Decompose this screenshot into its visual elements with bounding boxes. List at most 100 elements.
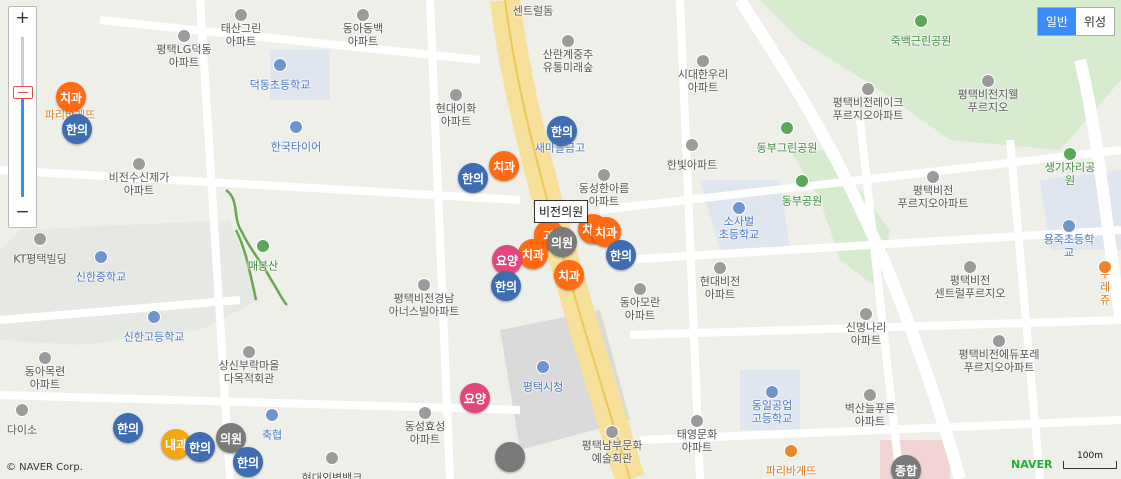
map-label[interactable]: 동성효성 아파트 (405, 420, 445, 446)
facility-marker[interactable]: 한의 (491, 271, 521, 301)
map-label[interactable]: 벽산늘푸른 아파트 (845, 402, 896, 428)
map-type-normal-button[interactable]: 일반 (1037, 8, 1076, 35)
map-label[interactable]: 신명나리 아파트 (846, 321, 886, 347)
building-poi-icon (33, 232, 47, 246)
zoom-in-button[interactable]: + (9, 7, 36, 31)
zoom-out-button[interactable]: − (9, 201, 36, 225)
map-label[interactable]: 평택비전레이크 푸르지오아파트 (833, 96, 904, 122)
school-poi-icon (265, 408, 279, 422)
map-label[interactable]: 매봉산 (248, 260, 278, 273)
map-label[interactable]: 덕동초등학교 (250, 79, 311, 92)
school-poi-icon (1062, 219, 1076, 233)
map-label[interactable]: 축협 (262, 429, 282, 442)
school-poi-icon (273, 58, 287, 72)
facility-marker[interactable]: 요양 (460, 383, 490, 413)
building-poi-icon (417, 278, 431, 292)
building-poi-icon (561, 34, 575, 48)
building-poi-icon (859, 307, 873, 321)
map-label[interactable]: 한빛아파트 (667, 159, 718, 172)
building-poi-icon (356, 8, 370, 22)
facility-marker[interactable]: 한의 (606, 240, 636, 270)
map-label[interactable]: 신한고등학교 (124, 331, 185, 344)
map-label[interactable]: 동부그린공원 (757, 142, 818, 155)
scale-label: 100m (1077, 451, 1103, 461)
building-poi-icon (685, 138, 699, 152)
map-label[interactable]: 동부공원 (782, 195, 822, 208)
map-label[interactable]: 평택비전 푸르지오아파트 (898, 184, 969, 210)
map-label[interactable]: 상신부락마을 다목적회관 (219, 359, 280, 385)
facility-marker[interactable]: 의원 (547, 227, 577, 257)
building-poi-icon (449, 88, 463, 102)
zoom-slider-handle[interactable] (13, 86, 33, 99)
map-label[interactable]: 평택LG덕동 아파트 (156, 43, 211, 69)
map-label[interactable]: 죽백근린공원 (891, 35, 952, 48)
facility-marker[interactable]: 한의 (233, 447, 263, 477)
map-label[interactable]: 평택비전 센트럴푸르지오 (935, 274, 1006, 300)
school-poi-icon (289, 120, 303, 134)
map-label[interactable]: 소사벌 초등학교 (719, 215, 759, 241)
map-label[interactable]: 평택시청 (523, 381, 563, 394)
building-poi-icon (234, 8, 248, 22)
building-poi-icon (418, 406, 432, 420)
building-poi-icon (713, 261, 727, 275)
zoom-control: + − (8, 6, 37, 228)
park-poi-icon (1063, 147, 1077, 161)
facility-marker[interactable]: 한의 (547, 116, 577, 146)
map-label[interactable]: 현대비전 아파트 (700, 275, 740, 301)
map-type-satellite-button[interactable]: 위성 (1075, 8, 1114, 35)
building-poi-icon (242, 345, 256, 359)
map-label[interactable]: KT평택빌딩 (13, 253, 67, 266)
map-label[interactable]: 센트럴돔 (513, 5, 553, 18)
map-label[interactable]: 산란계중추 유통미래숲 (543, 48, 594, 74)
map-label[interactable]: 생기자리공원 (1045, 161, 1096, 187)
map-label[interactable]: 동아모란 아파트 (620, 296, 660, 322)
facility-marker[interactable]: 종합 (891, 455, 921, 479)
building-poi-icon (981, 74, 995, 88)
map-label[interactable]: 평택비전지웰 푸르지오 (958, 88, 1019, 114)
facility-marker[interactable]: 치과 (518, 239, 548, 269)
facility-marker[interactable]: 한의 (458, 163, 488, 193)
building-poi-icon (177, 29, 191, 43)
map-label[interactable]: 태산그린 아파트 (221, 22, 261, 48)
facility-marker[interactable]: 한의 (185, 432, 215, 462)
map-label[interactable]: 동아목련 아파트 (25, 365, 65, 391)
building-poi-icon (15, 403, 29, 417)
map-label[interactable]: 태영문화 아파트 (677, 428, 717, 454)
school-poi-icon (94, 250, 108, 264)
building-poi-icon (926, 170, 940, 184)
map-label[interactable]: 현대이화 아파트 (436, 102, 476, 128)
map-label[interactable]: 평택비전에듀포레 푸르지오아파트 (959, 348, 1040, 374)
facility-marker[interactable]: 한의 (62, 114, 92, 144)
facility-marker[interactable]: 한의 (113, 413, 143, 443)
facility-marker[interactable]: 치과 (554, 260, 584, 290)
map-label[interactable]: 신한중학교 (76, 271, 127, 284)
park-poi-icon (256, 239, 270, 253)
naver-logo[interactable]: NAVER (1011, 458, 1052, 471)
map-label[interactable]: 비전수신제가 아파트 (109, 171, 170, 197)
building-poi-icon (605, 425, 619, 439)
building-poi-icon (38, 351, 52, 365)
facility-marker[interactable]: 치과 (56, 82, 86, 112)
scale-bar: 100m (1063, 451, 1117, 469)
map-canvas[interactable]: 태산그린 아파트 동아동백 아파트 센트럴돔평택LG덕동 아파트덕동초등학교 산란계중… (0, 0, 1121, 479)
building-poi-icon (633, 282, 647, 296)
map-label[interactable]: 한국타이어 (271, 141, 322, 154)
map-label[interactable]: 용죽초등학교 (1043, 233, 1095, 259)
map-label[interactable]: 시대한우리 아파트 (678, 68, 729, 94)
map-label[interactable]: 현대외벽뱅크 (302, 472, 363, 479)
map-type-toggle: 일반 위성 (1036, 7, 1115, 36)
map-label[interactable]: 평택비전경남 아너스빌아파트 (389, 292, 460, 318)
building-poi-icon (863, 388, 877, 402)
map-label[interactable]: 평택남부문화 예술회관 (582, 439, 643, 465)
map-label[interactable]: 다이소 (7, 424, 37, 437)
map-label[interactable]: 동일공업 고등학교 (752, 399, 792, 425)
school-poi-icon (536, 360, 550, 374)
school-poi-icon (732, 201, 746, 215)
building-poi-icon (963, 260, 977, 274)
map-label[interactable]: 파리바게뜨 (766, 465, 817, 478)
facility-marker[interactable] (495, 442, 525, 472)
facility-marker[interactable]: 치과 (489, 151, 519, 181)
park-poi-icon (795, 174, 809, 188)
map-label[interactable]: 동아동백 아파트 (343, 22, 383, 48)
park-poi-icon (914, 14, 928, 28)
